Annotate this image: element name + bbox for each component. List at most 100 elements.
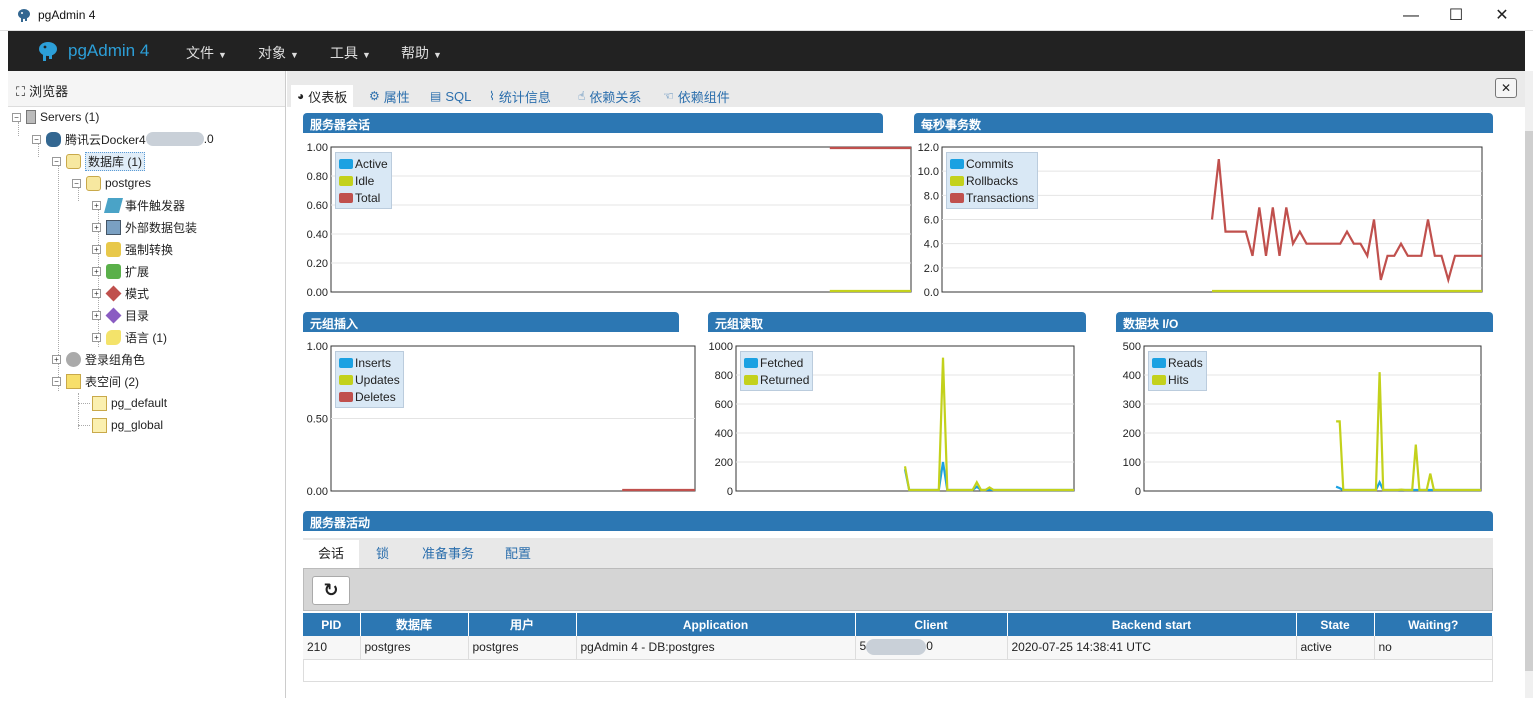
tab-dashboard[interactable]: ◕ 仪表板: [291, 85, 354, 107]
collapse-icon: −: [12, 112, 21, 122]
menu-tools[interactable]: 工具 ▼: [330, 43, 371, 63]
menu-file[interactable]: 文件 ▼: [186, 43, 227, 63]
chart-svg: 1.00 0.80 0.60 0.40 0.20 0.00: [307, 142, 912, 299]
cogs-icon: ⚙: [369, 89, 380, 103]
language-icon: [106, 329, 121, 345]
hand-icon: ☝: [578, 89, 586, 103]
y-tick-label: 200: [1123, 428, 1141, 440]
tree-node-server[interactable]: −腾讯云Docker4xx.0: [32, 129, 214, 149]
table-row[interactable]: 210 postgres postgres pgAdmin 4 - DB:pos…: [303, 636, 1493, 660]
legend-label: Rollbacks: [966, 173, 1019, 188]
y-tick-label: 0.60: [307, 200, 328, 212]
binoculars-icon: ⛶: [16, 84, 26, 99]
legend-swatch: [339, 374, 353, 385]
tab-dependents[interactable]: ☜ 依赖组件: [657, 85, 736, 107]
legend-item: Commits: [950, 155, 1034, 172]
col-pid[interactable]: PID: [303, 613, 361, 636]
sessions-table: PID 数据库 用户 Application Client Backend st…: [303, 613, 1493, 660]
legend-label: Returned: [760, 372, 810, 387]
legend-item: Updates: [339, 371, 400, 388]
schema-icon: [105, 285, 122, 301]
expand-icon: +: [92, 266, 101, 276]
y-tick-label: 100: [1123, 457, 1141, 469]
legend-swatch: [339, 391, 353, 402]
server-group-icon: [26, 110, 36, 124]
legend-swatch: [339, 158, 353, 169]
tree-node-extensions[interactable]: + 扩展: [92, 261, 149, 281]
refresh-icon: ↻: [323, 580, 339, 600]
y-tick-label: 0.0: [924, 287, 939, 299]
tree-node-tablespaces[interactable]: − 表空间 (2): [52, 371, 139, 391]
tree-node-catalogs[interactable]: + 目录: [92, 305, 149, 325]
cell-application: pgAdmin 4 - DB:postgres: [576, 636, 856, 660]
tree-node-foreign-data-wrappers[interactable]: + 外部数据包装: [92, 217, 197, 237]
col-state[interactable]: State: [1296, 613, 1375, 636]
close-panel-button[interactable]: ✕: [1495, 78, 1517, 98]
tree-node-postgres-db[interactable]: − postgres: [72, 173, 151, 193]
col-database[interactable]: 数据库: [360, 613, 469, 636]
legend-item: Transactions: [950, 189, 1034, 206]
maximize-button[interactable]: ☐: [1433, 0, 1479, 31]
y-tick-label: 8.0: [924, 190, 939, 202]
elephant-icon: [18, 9, 30, 22]
tab-activity-locks[interactable]: 锁: [361, 540, 404, 568]
tab-activity-sessions[interactable]: 会话: [303, 540, 360, 568]
expand-icon: +: [92, 310, 101, 320]
tab-sql[interactable]: ▤ SQL: [424, 85, 477, 107]
legend-label: Deletes: [355, 389, 396, 404]
legend-swatch: [744, 374, 758, 385]
tree-node-pg-default[interactable]: pg_default: [92, 393, 167, 413]
y-tick-label: 0.50: [307, 414, 328, 426]
scrollbar-thumb[interactable]: [1525, 131, 1533, 671]
caret-down-icon: ▼: [362, 50, 371, 60]
tree-node-languages[interactable]: + 语言 (1): [92, 327, 167, 347]
panel-title-tps: 每秒事务数: [914, 113, 1493, 133]
cell-pid: 210: [303, 636, 361, 660]
activity-table-footer: [303, 660, 1493, 682]
caret-down-icon: ▼: [290, 50, 299, 60]
caret-down-icon: ▼: [433, 50, 442, 60]
legend-item: Idle: [339, 172, 388, 189]
col-waiting[interactable]: Waiting?: [1374, 613, 1493, 636]
cell-backend-start: 2020-07-25 14:38:41 UTC: [1007, 636, 1297, 660]
vertical-scrollbar[interactable]: [1525, 71, 1533, 698]
table-header-row: PID 数据库 用户 Application Client Backend st…: [303, 613, 1493, 636]
tab-statistics[interactable]: ⌇ 统计信息: [483, 85, 557, 107]
database-icon: [66, 153, 81, 169]
legend-label: Fetched: [760, 355, 804, 370]
tree-node-schemas[interactable]: + 模式: [92, 283, 149, 303]
collapse-icon: −: [72, 178, 81, 188]
col-client[interactable]: Client: [855, 613, 1008, 636]
tree-node-pg-global[interactable]: pg_global: [92, 415, 163, 435]
legend-item: Active: [339, 155, 388, 172]
refresh-button[interactable]: ↻: [312, 576, 350, 605]
menu-object[interactable]: 对象 ▼: [258, 43, 299, 63]
y-tick-label: 0.40: [307, 229, 328, 241]
y-tick-label: 12.0: [918, 142, 939, 154]
tree-node-casts[interactable]: + 强制转换: [92, 239, 173, 259]
y-tick-label: 1.00: [307, 142, 328, 154]
panel-title-sessions: 服务器会话: [303, 113, 883, 133]
tree-node-event-triggers[interactable]: + 事件触发器: [92, 195, 185, 215]
tab-activity-prepared[interactable]: 准备事务: [407, 540, 489, 568]
close-window-button[interactable]: ✕: [1479, 0, 1525, 31]
tree-node-servers[interactable]: − Servers (1): [12, 107, 99, 127]
brand[interactable]: pgAdmin 4: [36, 39, 149, 63]
redacted-text: x: [866, 639, 927, 656]
col-user[interactable]: 用户: [468, 613, 577, 636]
col-application[interactable]: Application: [576, 613, 856, 636]
y-tick-label: 2.0: [924, 263, 939, 275]
tree-node-databases[interactable]: − 数据库 (1): [52, 151, 146, 171]
tab-properties[interactable]: ⚙ 属性: [363, 85, 416, 107]
cell-database: postgres: [360, 636, 469, 660]
col-backend-start[interactable]: Backend start: [1007, 613, 1297, 636]
legend-label: Idle: [355, 173, 375, 188]
database-icon: [86, 175, 101, 191]
panel-title-activity: 服务器活动: [303, 511, 1493, 531]
tab-activity-config[interactable]: 配置: [490, 540, 546, 568]
legend-label: Hits: [1168, 372, 1189, 387]
minimize-button[interactable]: —: [1388, 0, 1434, 31]
menu-help[interactable]: 帮助 ▼: [401, 43, 442, 63]
tab-dependencies[interactable]: ☝ 依赖关系: [572, 85, 647, 107]
tree-node-login-roles[interactable]: + 登录组角色: [52, 349, 145, 369]
